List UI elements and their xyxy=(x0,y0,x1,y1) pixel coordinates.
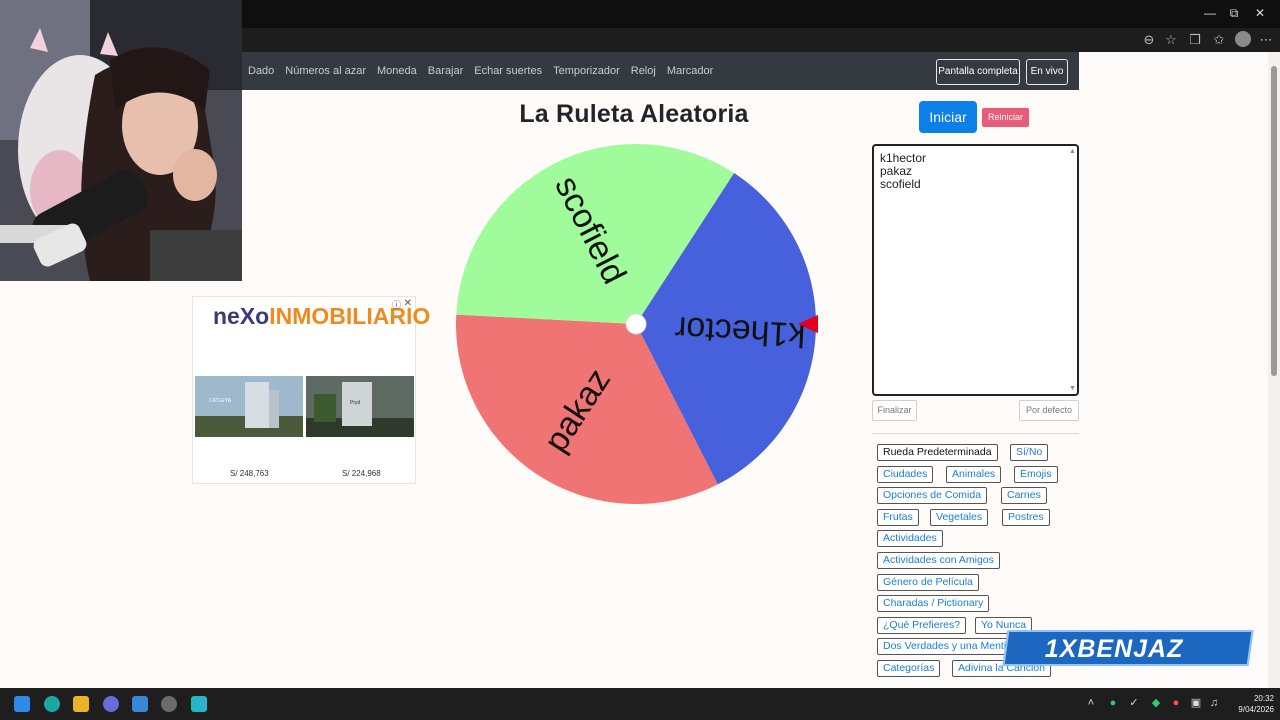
scroll-up-icon[interactable]: ▲ xyxy=(1069,148,1076,155)
ad-image-2[interactable]: Pryd xyxy=(306,376,414,437)
favorites-icon[interactable]: ✩ xyxy=(1211,32,1227,48)
tray-chevron-icon[interactable]: ˄ xyxy=(1085,697,1097,709)
microphone-icon[interactable]: ● xyxy=(1170,697,1182,709)
site-navbar: Dado Números al azar Moneda Barajar Echa… xyxy=(242,52,1079,90)
preset-emojis[interactable]: Emojis xyxy=(1014,466,1058,483)
tray-steam-icon[interactable]: ✓ xyxy=(1128,697,1140,709)
preset-postres[interactable]: Postres xyxy=(1002,509,1050,526)
page-title: La Ruleta Aleatoria xyxy=(519,100,749,128)
notes-app-icon[interactable] xyxy=(191,696,207,712)
textarea-scrollbar[interactable]: ▲ ▼ xyxy=(1069,148,1076,392)
wheel-hub xyxy=(625,313,647,335)
wheel-segment-label: k1hector xyxy=(674,309,806,354)
reset-button[interactable]: Reiniciar xyxy=(982,108,1029,127)
live-button[interactable]: En vivo xyxy=(1026,59,1068,85)
preset-que-prefieres[interactable]: ¿Qué Prefieres? xyxy=(877,617,967,634)
ad-image-1[interactable]: CATLEYA xyxy=(195,376,303,437)
nav-link-temporizador[interactable]: Temporizador xyxy=(553,65,620,77)
finish-button[interactable]: Finalizar xyxy=(872,400,917,421)
page-scrollbar[interactable] xyxy=(1268,52,1280,688)
preset-charadas[interactable]: Charadas / Pictionary xyxy=(877,595,990,612)
start-button[interactable]: Iniciar xyxy=(919,101,977,133)
favorite-star-icon[interactable]: ☆ xyxy=(1163,32,1179,48)
file-explorer-icon[interactable] xyxy=(73,696,89,712)
windows-taskbar: ˄ ● ✓ ◆ ● ▣ ♫ 20:32 9/04/2026 xyxy=(0,688,1280,720)
nav-link-reloj[interactable]: Reloj xyxy=(631,65,656,77)
preset-carnes[interactable]: Carnes xyxy=(1001,487,1047,504)
default-button[interactable]: Por defecto xyxy=(1019,400,1079,421)
ad-close-icon[interactable]: ✕ xyxy=(404,298,412,309)
preset-opciones-comida[interactable]: Opciones de Comida xyxy=(877,487,988,504)
ad-price-2: S/ 224,968 xyxy=(342,469,381,478)
extensions-icon[interactable]: ❒ xyxy=(1187,32,1203,48)
restore-icon[interactable]: ⧉ xyxy=(1224,4,1244,22)
edge-browser-icon[interactable] xyxy=(44,696,60,712)
minimize-icon[interactable]: — xyxy=(1200,4,1220,22)
fullscreen-button[interactable]: Pantalla completa xyxy=(936,59,1020,85)
names-lines: k1hector pakaz scofield xyxy=(876,152,926,191)
nav-links: Dado Números al azar Moneda Barajar Echa… xyxy=(248,52,713,90)
advertisement[interactable]: neXoINMOBILIARIO ⓘ ✕ CATLEYA Pryd S/ 248… xyxy=(192,296,430,484)
clock-date: 9/04/2026 xyxy=(1238,705,1274,714)
preset-frutas[interactable]: Frutas xyxy=(877,509,919,526)
names-textarea[interactable]: k1hector pakaz scofield ▲ ▼ xyxy=(872,144,1079,396)
volume-icon[interactable]: ♫ xyxy=(1208,697,1220,709)
more-menu-icon[interactable]: ⋯ xyxy=(1258,32,1274,48)
scrollbar-thumb[interactable] xyxy=(1271,66,1277,376)
preset-actividades-amigos[interactable]: Actividades con Amigos xyxy=(877,552,1000,569)
svg-text:CATLEYA: CATLEYA xyxy=(209,398,232,404)
watermark-text: 1XBENJAZ xyxy=(1044,635,1184,663)
nav-link-marcador[interactable]: Marcador xyxy=(667,65,713,77)
tray-app-icon[interactable]: ◆ xyxy=(1150,697,1162,709)
nav-link-dado[interactable]: Dado xyxy=(248,65,274,77)
discord-icon[interactable] xyxy=(103,696,119,712)
divider xyxy=(872,433,1079,434)
ad-info-icon[interactable]: ⓘ xyxy=(392,298,401,311)
page-margin xyxy=(1079,52,1268,688)
preset-vegetales[interactable]: Vegetales xyxy=(930,509,989,526)
obs-icon[interactable] xyxy=(161,696,177,712)
steam-icon[interactable] xyxy=(132,696,148,712)
streamer-watermark: 1XBENJAZ xyxy=(1002,630,1254,666)
preset-actividades[interactable]: Actividades xyxy=(877,530,943,547)
preset-dos-verdades[interactable]: Dos Verdades y una Menti xyxy=(877,638,1013,655)
clock-time: 20:32 xyxy=(1253,694,1274,703)
ad-price-1: S/ 248,763 xyxy=(230,469,269,478)
preset-animales[interactable]: Animales xyxy=(946,466,1002,483)
nav-link-barajar[interactable]: Barajar xyxy=(428,65,463,77)
scroll-down-icon[interactable]: ▼ xyxy=(1069,385,1076,392)
tray-status-icon[interactable]: ● xyxy=(1107,697,1119,709)
windows-start-icon[interactable] xyxy=(14,696,30,712)
spin-wheel[interactable]: k1hectorpakazscofield xyxy=(454,142,818,506)
names-line: scofield xyxy=(880,177,921,191)
network-icon[interactable]: ▣ xyxy=(1190,697,1202,709)
zoom-icon[interactable]: ⊖ xyxy=(1141,32,1157,48)
preset-categorias[interactable]: Categorías xyxy=(877,660,941,677)
preset-ciudades[interactable]: Ciudades xyxy=(877,466,934,483)
webcam-overlay xyxy=(0,0,242,281)
nav-link-echar-suertes[interactable]: Echar suertes xyxy=(474,65,542,77)
preset-genero-pelicula[interactable]: Género de Película xyxy=(877,574,979,591)
preset-rueda-predeterminada[interactable]: Rueda Predeterminada xyxy=(877,444,998,461)
nav-link-moneda[interactable]: Moneda xyxy=(377,65,417,77)
profile-avatar[interactable] xyxy=(1235,31,1251,47)
taskbar-clock[interactable]: 20:32 9/04/2026 xyxy=(1226,693,1274,715)
close-window-icon[interactable]: ✕ xyxy=(1250,4,1270,22)
svg-text:Pryd: Pryd xyxy=(350,400,361,406)
preset-si-no[interactable]: Sí/No xyxy=(1010,444,1049,461)
nav-link-numeros[interactable]: Números al azar xyxy=(285,65,366,77)
